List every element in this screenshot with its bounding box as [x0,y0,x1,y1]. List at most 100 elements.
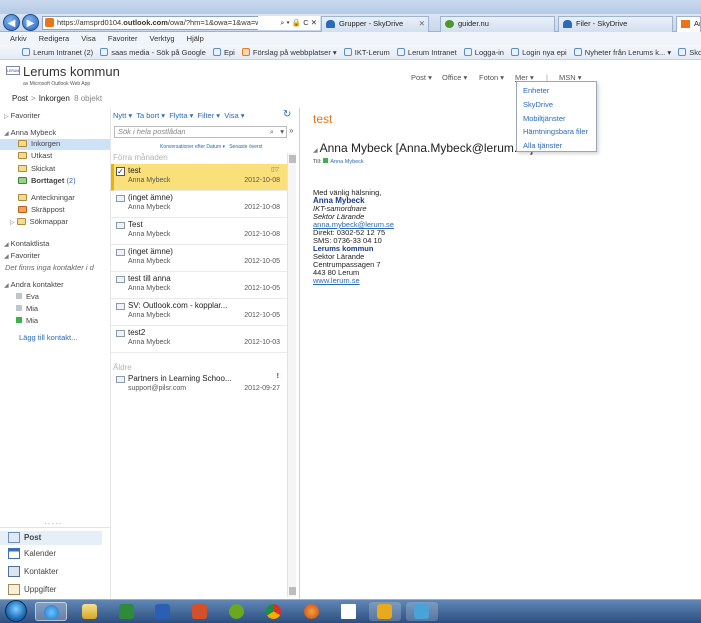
contact-item[interactable]: Mia [16,304,38,313]
select-checkbox[interactable]: ✓ [116,167,125,176]
tab-guider[interactable]: guider.nu [440,16,555,32]
message-row[interactable]: (inget ämne) Anna Mybeck 2012-10-05 [111,245,287,272]
topnav-post[interactable]: Post ▾ [411,73,432,82]
taskbar-powerpoint-icon[interactable] [184,602,216,621]
sort-order-button[interactable]: Senaste överst [229,144,262,150]
taskbar-chrome-icon[interactable] [258,602,290,621]
nav-post[interactable]: Post [0,531,102,545]
message-row[interactable]: test2 Anna Mybeck 2012-10-03 [111,326,287,353]
tab-grupper-skydrive[interactable]: Grupper - SkyDrive ✕ [321,16,429,32]
menu-arkiv[interactable]: Arkiv [10,32,27,45]
contact-item[interactable]: Eva [16,292,39,301]
calendar-icon [8,548,20,559]
menu-item-enheter[interactable]: Enheter [523,86,549,95]
message-row[interactable]: Test Anna Mybeck 2012-10-08 [111,218,287,245]
windows-start-icon[interactable] [5,600,27,622]
message-row[interactable]: ✓ test Anna Mybeck 2012-10-08 ▯▽ [111,164,287,191]
menu-item-skydrive[interactable]: SkyDrive [523,100,553,109]
menu-item-hamtningsbara-filer[interactable]: Hämtningsbara filer [523,127,588,136]
nav-favorites[interactable]: ▷ Favoriter [4,111,40,120]
sig-web-link[interactable]: www.lerum.se [313,277,394,285]
forward-button-icon[interactable]: ▶ [22,14,39,31]
message-list-scrollbar[interactable] [287,153,296,597]
message-row[interactable]: SV: Outlook.com - kopplar... Anna Mybeck… [111,299,287,326]
taskbar-firefox-icon[interactable] [296,602,328,621]
nav-contact-favorites[interactable]: ◢ Favoriter [4,251,40,260]
snipping-tool-icon [414,604,429,619]
back-button-icon[interactable]: ◀ [3,14,20,31]
taskbar-outlook-icon[interactable] [369,602,401,621]
folder-anteckningar[interactable]: Anteckningar [18,193,75,202]
folder-skrappost[interactable]: Skräppost [18,205,65,214]
search-input[interactable]: Sök i hela postlådan ⌕ ▾ [114,126,287,138]
fav-lerum-intranet[interactable]: Lerum Intranet (2) [22,45,93,59]
fav-lerum-intranet-2[interactable]: Lerum Intranet [396,45,457,59]
fav-label: IKT-Lerum [354,48,390,57]
menu-favoriter[interactable]: Favoriter [108,32,138,45]
fav-logga-in[interactable]: Logga-in [463,45,504,59]
fav-forslag[interactable]: Förslag på webbplatser ▾ [241,45,337,59]
search-options-chevron-down-icon[interactable]: ▾ [280,127,284,137]
fav-nyheter[interactable]: Nyheter från Lerums k... ▾ [573,45,671,59]
tab-active[interactable]: An [676,16,701,32]
tab-filer-skydrive[interactable]: Filer - SkyDrive [558,16,673,32]
menu-visa[interactable]: Visa [81,32,95,45]
move-button[interactable]: Flytta ▾ [169,111,193,120]
nav-contact-list[interactable]: ◢ Kontaktlista [4,239,49,248]
fav-epi[interactable]: Epi [212,45,235,59]
taskbar-ie-icon[interactable] [35,602,67,621]
scroll-down-icon[interactable] [289,587,296,595]
fav-skolundersokning[interactable]: Skolundersökni [678,45,701,59]
envelope-icon [116,195,125,202]
message-row[interactable]: test till anna Anna Mybeck 2012-10-05 [111,272,287,299]
nav-other-contacts[interactable]: ◢ Andra kontakter [4,280,64,289]
search-icon[interactable]: ⌕ [270,127,274,137]
folder-utkast[interactable]: Utkast [18,151,52,160]
message-row[interactable]: (inget ämne) Anna Mybeck 2012-10-08 [111,191,287,218]
folder-borttaget[interactable]: Borttaget (2) [18,176,76,185]
tab-close-icon[interactable]: ✕ [419,17,425,31]
add-contact-link[interactable]: Lägg till kontakt... [19,333,77,342]
notes-folder-icon [18,194,27,201]
view-button[interactable]: Visa ▾ [224,111,244,120]
message-sender[interactable]: ◢ Anna Mybeck [Anna.Mybeck@lerum.se] [313,141,533,155]
folder-label: Skickat [31,164,56,173]
folder-inkorgen[interactable]: Inkorgen [0,139,110,150]
filter-button[interactable]: Filter ▾ [198,111,221,120]
folder-icon [82,604,97,619]
contact-item[interactable]: Mia [16,316,38,325]
taskbar-document-icon[interactable] [333,602,365,621]
flag-icon[interactable]: ▯▽ [271,166,279,173]
menu-hjalp[interactable]: Hjälp [187,32,204,45]
menu-redigera[interactable]: Redigera [39,32,69,45]
taskbar-explorer-icon[interactable] [74,602,106,621]
fav-saas-media[interactable]: saas media - Sök på Google [100,45,206,59]
topnav-foton[interactable]: Foton ▾ [479,73,504,82]
refresh-icon[interactable]: ↻ [283,109,291,120]
menu-item-mobiltjanster[interactable]: Mobiltjänster [523,114,566,123]
nav-account[interactable]: ◢ Anna Mybeck [4,128,56,137]
taskbar-spotify-icon[interactable] [221,602,253,621]
address-tools[interactable]: ⌕ ▾ 🔒 C ✕ [258,16,320,30]
collapse-pane-icon[interactable]: » [289,126,293,135]
inbox-folder-icon [18,140,27,147]
fav-label: Lerum Intranet [407,48,457,57]
scroll-up-icon[interactable] [289,155,296,163]
menu-verktyg[interactable]: Verktyg [150,32,175,45]
breadcrumb-root[interactable]: Post [12,94,28,103]
fav-login-nya-epi[interactable]: Login nya epi [511,45,567,59]
new-button[interactable]: Nytt ▾ [113,111,132,120]
taskbar-excel-icon[interactable] [111,602,143,621]
message-row[interactable]: Partners in Learning Schoo... support@pi… [111,372,287,399]
sort-by-button[interactable]: Konversationer efter Datum ▾ [160,144,225,150]
fav-ikt-lerum[interactable]: IKT-Lerum [343,45,390,59]
taskbar-snipping-icon[interactable] [406,602,438,621]
taskbar-word-icon[interactable] [147,602,179,621]
recipient-name[interactable]: Anna Mybeck [330,159,363,165]
folder-sokmappar[interactable]: ▷ Sökmappar [10,217,68,226]
delete-button[interactable]: Ta bort ▾ [136,111,165,120]
tab-label: Grupper - SkyDrive [339,19,404,28]
folder-skickat[interactable]: Skickat [18,164,55,173]
topnav-office[interactable]: Office ▾ [442,73,467,82]
menu-item-alla-tjanster[interactable]: Alla tjänster [523,141,562,150]
